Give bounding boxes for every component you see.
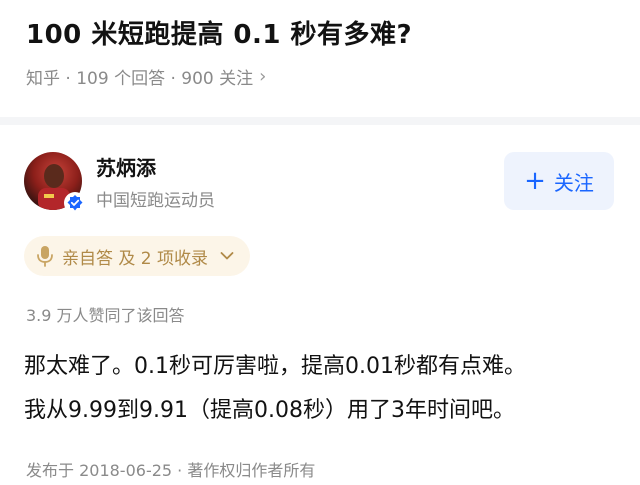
chevron-right-icon: › (259, 66, 267, 87)
publish-info: 发布于 2018-06-25 · 著作权归作者所有 (26, 461, 316, 480)
answer-body: 那太难了。0.1秒可厉害啦，提高0.01秒都有点难。 我从9.99到9.91（提… (24, 345, 624, 433)
answer-page: 100 米短跑提高 0.1 秒有多难? 知乎 · 109 个回答 · 900 关… (0, 0, 640, 485)
chevron-down-icon (220, 252, 234, 260)
question-meta[interactable]: 知乎 · 109 个回答 · 900 关注 › (26, 64, 266, 89)
author-headline: 中国短跑运动员 (96, 191, 215, 211)
question-meta-text: 知乎 · 109 个回答 · 900 关注 (26, 69, 254, 89)
verified-check-icon (64, 192, 86, 214)
author-avatar-container[interactable] (24, 152, 86, 214)
answer-badge-label: 亲自答 及 2 项收录 (62, 248, 209, 269)
follow-button-label: 关注 (553, 170, 594, 195)
answer-paragraph: 那太难了。0.1秒可厉害啦，提高0.01秒都有点难。 (24, 354, 526, 379)
follow-button[interactable]: + 关注 (504, 152, 614, 210)
answer-paragraph: 我从9.99到9.91（提高0.08秒）用了3年时间吧。 (24, 398, 515, 423)
question-title[interactable]: 100 米短跑提高 0.1 秒有多难? (26, 14, 412, 51)
author-name[interactable]: 苏炳添 (96, 152, 156, 181)
microphone-icon (37, 246, 53, 267)
plus-icon: + (524, 166, 546, 196)
answer-badge[interactable]: 亲自答 及 2 项收录 (24, 236, 251, 276)
section-divider (0, 117, 640, 125)
upvote-count: 3.9 万人赞同了该回答 (26, 306, 185, 325)
